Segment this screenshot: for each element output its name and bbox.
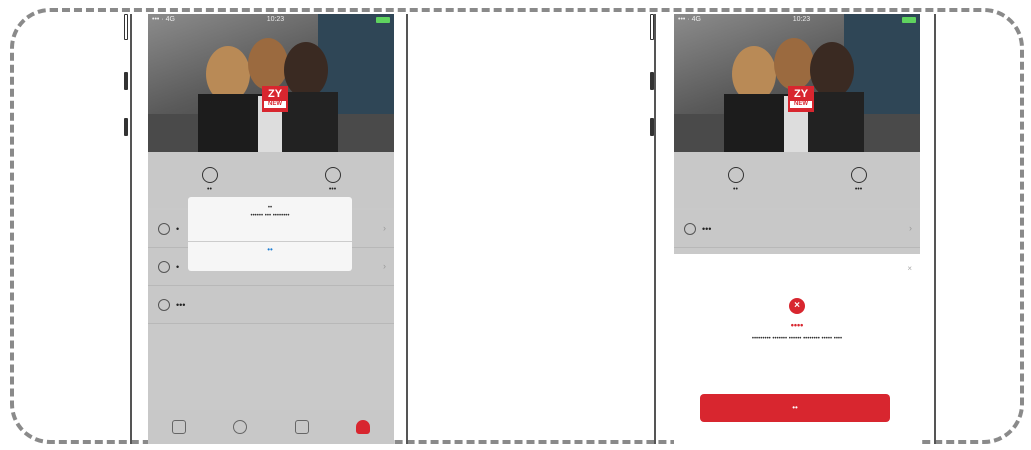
home-icon[interactable]: [171, 420, 186, 434]
volume-down-button: [124, 118, 128, 136]
volume-up-button: [650, 72, 654, 90]
quick-action-tripod[interactable]: ••: [727, 167, 744, 193]
dialog-ok-button[interactable]: ••: [188, 245, 352, 254]
left-phone-screen: ZY NEW ••• · 4G 10:23 •• ••• • › • › ••• ••…: [148, 14, 394, 444]
chevron-right-icon: ›: [383, 261, 386, 271]
battery-icon: [375, 17, 390, 23]
right-phone-screen: ZY NEW ••• · 4G 10:23 •• ••• ••• › × × •••…: [674, 14, 920, 444]
close-icon[interactable]: ×: [907, 264, 912, 273]
tripod-icon: [727, 167, 744, 183]
quick-action-tripod[interactable]: ••: [201, 167, 218, 193]
error-sheet: × × •••• ••••••••• ••••••• •••••• ••••••…: [674, 254, 920, 444]
quick-action-refresh[interactable]: •••: [324, 167, 341, 193]
status-bar: ••• · 4G 10:23: [148, 14, 394, 26]
zhiyun-logo: ZY NEW: [262, 86, 288, 112]
dialog-title: ••: [267, 205, 273, 211]
phone-edge-right: [934, 14, 936, 444]
retry-button[interactable]: ••: [700, 394, 890, 422]
quick-actions: •• •••: [674, 152, 920, 208]
circle-icon: [684, 222, 696, 235]
error-title: ••••: [790, 320, 804, 330]
quick-action-refresh[interactable]: •••: [850, 167, 867, 193]
hero-image: ZY NEW ••• · 4G 10:23: [148, 14, 394, 152]
phone-edge-left: [654, 14, 656, 444]
chevron-right-icon: ›: [909, 223, 912, 233]
volume-down-button: [650, 118, 654, 136]
refresh-icon: [324, 167, 341, 183]
dialog-divider: [188, 241, 352, 242]
circle-icon: [158, 222, 170, 235]
camera-icon[interactable]: [233, 420, 248, 434]
volume-up-button: [124, 72, 128, 90]
settings-icon: [158, 298, 170, 311]
battery-icon: [901, 17, 916, 23]
error-icon: ×: [789, 298, 805, 314]
side-button: [124, 14, 128, 40]
chevron-right-icon: ›: [383, 223, 386, 233]
status-bar: ••• · 4G 10:23: [674, 14, 920, 26]
side-button: [650, 14, 654, 40]
menu-list: ••• ›: [674, 210, 920, 248]
zhiyun-logo: ZY NEW: [788, 86, 814, 112]
dialog-message: •••••• ••• ••••••••: [250, 213, 290, 219]
phone-edge-left: [130, 14, 132, 444]
alert-dialog: •• •••••• ••• •••••••• ••: [188, 197, 352, 271]
user-icon[interactable]: [356, 420, 371, 434]
tab-bar: [148, 410, 394, 444]
menu-item[interactable]: •••: [148, 286, 394, 324]
tripod-icon: [201, 167, 218, 183]
error-message: ••••••••• ••••••• •••••• •••••••• ••••• …: [751, 336, 843, 342]
hero-image: ZY NEW ••• · 4G 10:23: [674, 14, 920, 152]
phone-edge-right: [406, 14, 408, 444]
refresh-icon: [850, 167, 867, 183]
menu-item[interactable]: ••• ›: [674, 210, 920, 248]
gear-icon: [158, 260, 170, 273]
folder-icon[interactable]: [294, 420, 309, 434]
